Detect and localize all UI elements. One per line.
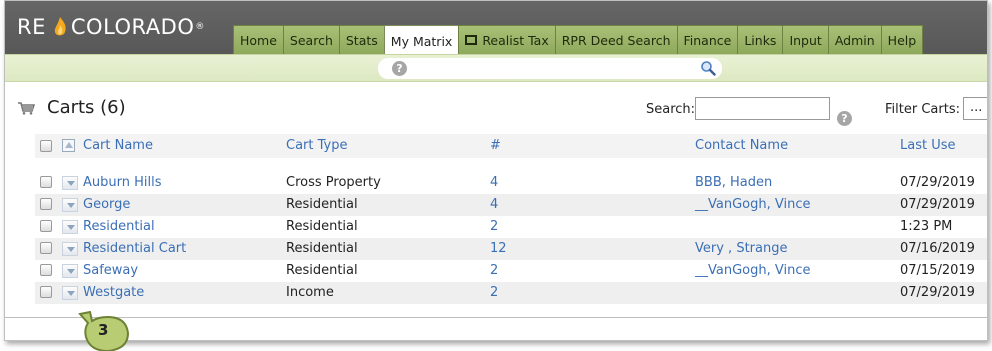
tab-label: Home — [240, 32, 277, 48]
logo-registered-mark: ® — [195, 22, 205, 32]
page-title-row: Carts (6) — [17, 97, 126, 118]
last-use: 07/29/2019 — [900, 197, 975, 212]
search-label: Search: — [646, 102, 696, 117]
last-use: 1:23 PM — [900, 219, 953, 234]
row-menu-dropdown-icon[interactable] — [62, 242, 78, 256]
table-row: Auburn Hills Cross Property 4 BBB, Haden… — [35, 172, 987, 194]
contact-name-link[interactable]: Very , Strange — [695, 241, 787, 256]
row-checkbox[interactable] — [40, 286, 52, 298]
col-header-last-use[interactable]: Last Use — [900, 138, 956, 153]
cart-count-link[interactable]: 4 — [490, 175, 498, 190]
table-row: Westgate Income 2 07/29/2019 — [35, 282, 987, 304]
row-checkbox[interactable] — [40, 176, 52, 188]
flame-icon — [54, 17, 66, 36]
cart-type: Residential — [286, 263, 358, 278]
contact-name-link[interactable]: __VanGogh, Vince — [695, 263, 810, 278]
tab-label: Finance — [683, 32, 732, 48]
logo-text-colorado: COLORADO — [70, 15, 195, 39]
tab-finance[interactable]: Finance — [676, 25, 739, 54]
main-nav: Home Search Stats My Matrix Realist Tax … — [233, 25, 924, 56]
tab-my-matrix[interactable]: My Matrix — [383, 25, 460, 56]
tab-help[interactable]: Help — [880, 25, 924, 54]
divider — [5, 317, 987, 318]
last-use: 07/16/2019 — [900, 241, 975, 256]
tab-label: Input — [789, 32, 822, 48]
recolorado-logo[interactable]: RE COLORADO ® — [17, 13, 205, 41]
row-checkbox[interactable] — [40, 220, 52, 232]
row-menu-dropdown-icon[interactable] — [62, 286, 78, 300]
col-header-contact-name[interactable]: Contact Name — [695, 138, 788, 153]
tab-admin[interactable]: Admin — [827, 25, 882, 54]
tab-links[interactable]: Links — [737, 25, 784, 54]
tab-search[interactable]: Search — [282, 25, 340, 54]
magnifier-icon[interactable] — [700, 60, 716, 76]
tab-rpr-deed-search[interactable]: RPR Deed Search — [554, 25, 678, 54]
row-checkbox[interactable] — [40, 242, 52, 254]
tab-label: Help — [887, 32, 917, 48]
tab-label: RPR Deed Search — [561, 32, 671, 48]
row-menu-dropdown-icon[interactable] — [62, 264, 78, 278]
contact-name-link[interactable]: __VanGogh, Vince — [695, 197, 810, 212]
tab-label: My Matrix — [390, 33, 453, 49]
row-checkbox[interactable] — [40, 198, 52, 210]
help-icon[interactable]: ? — [837, 111, 852, 126]
last-use: 07/29/2019 — [900, 285, 975, 300]
tab-label: Links — [744, 32, 777, 48]
cart-name-link[interactable]: Westgate — [83, 285, 144, 300]
tab-home[interactable]: Home — [233, 25, 284, 54]
tab-stats[interactable]: Stats — [338, 25, 385, 54]
cart-name-link[interactable]: Residential Cart — [83, 241, 186, 256]
contact-name-link[interactable]: BBB, Haden — [695, 175, 772, 190]
window-icon — [465, 35, 478, 45]
row-checkbox[interactable] — [40, 264, 52, 276]
cart-icon — [18, 101, 35, 115]
cart-name-link[interactable]: Residential — [83, 219, 155, 234]
select-all-checkbox[interactable] — [40, 140, 52, 152]
filter-carts-select[interactable]: ... — [963, 97, 987, 120]
cart-name-link[interactable]: George — [83, 197, 130, 212]
carts-table-header: Cart Name Cart Type # Contact Name Last … — [35, 134, 987, 158]
sub-toolbar: ? — [5, 54, 987, 82]
cart-count-link[interactable]: 2 — [490, 263, 498, 278]
cart-count-link[interactable]: 4 — [490, 197, 498, 212]
tab-label: Search — [289, 32, 333, 48]
row-menu-dropdown-icon[interactable] — [62, 176, 78, 190]
cart-name-link[interactable]: Auburn Hills — [83, 175, 162, 190]
page-title: Carts (6) — [47, 97, 126, 118]
cart-count-link[interactable]: 12 — [490, 241, 507, 256]
sort-up-icon[interactable] — [62, 139, 75, 152]
tab-label: Stats — [345, 32, 378, 48]
cart-type: Cross Property — [286, 175, 381, 190]
quick-search-pill[interactable]: ? — [378, 58, 722, 79]
cart-count-link[interactable]: 2 — [490, 285, 498, 300]
table-row: George Residential 4 __VanGogh, Vince 07… — [35, 194, 987, 216]
col-header-cart-type[interactable]: Cart Type — [286, 138, 347, 153]
cart-type: Residential — [286, 197, 358, 212]
cart-type: Residential — [286, 241, 358, 256]
tab-realist-tax[interactable]: Realist Tax — [458, 25, 556, 54]
cart-type: Residential — [286, 219, 358, 234]
table-row: Residential Residential 2 1:23 PM — [35, 216, 987, 238]
col-header-count[interactable]: # — [490, 138, 501, 153]
cart-type: Income — [286, 285, 334, 300]
logo-text-re: RE — [17, 15, 46, 39]
row-menu-dropdown-icon[interactable] — [62, 220, 78, 234]
tab-input[interactable]: Input — [782, 25, 829, 54]
tab-label: Realist Tax — [482, 32, 549, 48]
cart-name-link[interactable]: Safeway — [83, 263, 138, 278]
cart-count-link[interactable]: 2 — [490, 219, 498, 234]
search-input[interactable] — [695, 97, 830, 120]
last-use: 07/29/2019 — [900, 175, 975, 190]
step-callout-number: 3 — [98, 321, 109, 339]
col-header-cart-name[interactable]: Cart Name — [83, 138, 153, 153]
app-header: RE COLORADO ® Home Search Stats My Matri… — [5, 1, 987, 56]
matrix-window: RE COLORADO ® Home Search Stats My Matri… — [4, 0, 988, 341]
row-menu-dropdown-icon[interactable] — [62, 198, 78, 212]
tab-label: Admin — [834, 32, 875, 48]
last-use: 07/15/2019 — [900, 263, 975, 278]
table-row: Residential Cart Residential 12 Very , S… — [35, 238, 987, 260]
filter-carts-label: Filter Carts: — [885, 102, 960, 117]
table-row: Safeway Residential 2 __VanGogh, Vince 0… — [35, 260, 987, 282]
help-icon[interactable]: ? — [392, 61, 407, 76]
